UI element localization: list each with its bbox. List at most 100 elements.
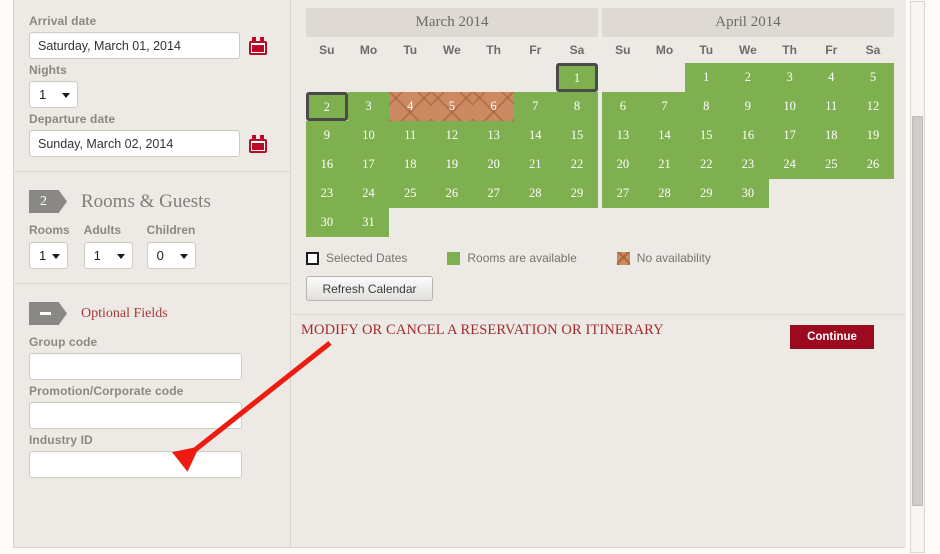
- calendar-day-cell[interactable]: 24: [347, 179, 390, 208]
- calendar-day-cell[interactable]: 26: [431, 179, 473, 208]
- calendar-day-cell[interactable]: 25: [810, 150, 853, 179]
- calendar-day-cell[interactable]: 21: [514, 150, 557, 179]
- calendar-day-cell[interactable]: 29: [556, 179, 598, 208]
- optional-fields-header[interactable]: Optional Fields: [29, 302, 275, 325]
- calendar-day-cell[interactable]: 27: [602, 179, 644, 208]
- day-of-week-row: Su Mo Tu We Th Fr Sa: [306, 37, 598, 63]
- group-code-field[interactable]: [29, 353, 242, 380]
- calendar-day-cell[interactable]: 12: [431, 121, 473, 150]
- calendar-day-cell[interactable]: 14: [643, 121, 686, 150]
- rooms-value: 1: [39, 248, 47, 263]
- legend-label: Selected Dates: [326, 251, 408, 265]
- calendar-day-cell[interactable]: 13: [602, 121, 644, 150]
- calendar-day-cell[interactable]: 31: [347, 208, 390, 237]
- industry-id-label: Industry ID: [29, 433, 93, 447]
- calendar-day-cell[interactable]: 3: [768, 63, 811, 92]
- calendar-day-cell[interactable]: 5: [431, 92, 473, 121]
- day-of-week-header: Tu: [699, 43, 714, 57]
- legend-swatch-selected-icon: [306, 251, 319, 265]
- calendar-day-cell[interactable]: 22: [685, 150, 728, 179]
- calendar-day-cell[interactable]: 18: [389, 150, 432, 179]
- calendar-day-cell[interactable]: 13: [472, 121, 515, 150]
- calendar-day-cell[interactable]: 25: [389, 179, 432, 208]
- calendar-week-row: 23 24 25 26 27 28 29: [306, 179, 598, 208]
- legend-item: No availability: [616, 251, 711, 265]
- promotion-corporate-code-field[interactable]: [29, 402, 242, 429]
- calendar-day-cell[interactable]: 3: [347, 92, 390, 121]
- calendar-day-cell[interactable]: 20: [472, 150, 515, 179]
- calendar-day-cell[interactable]: 18: [810, 121, 853, 150]
- calendar-day-cell[interactable]: 22: [556, 150, 598, 179]
- calendar-day-cell[interactable]: 21: [643, 150, 686, 179]
- calendar-cell-empty: [769, 179, 811, 208]
- calendar-day-cell[interactable]: 19: [431, 150, 473, 179]
- calendar-second: April 2014 Su Mo Tu We Th Fr Sa 1 2 3 4 5 6 7 8 9 10 11 12 1…: [602, 8, 894, 237]
- calendar-day-cell[interactable]: 19: [852, 121, 894, 150]
- calendar-day-cell[interactable]: 10: [768, 92, 811, 121]
- calendar-day-cell[interactable]: 1: [685, 63, 728, 92]
- calendar-day-cell[interactable]: 4: [810, 63, 853, 92]
- calendar-day-cell[interactable]: 20: [602, 150, 644, 179]
- calendar-day-cell[interactable]: 7: [514, 92, 557, 121]
- calendar-day-cell[interactable]: 15: [556, 121, 598, 150]
- calendar-day-cell[interactable]: 28: [514, 179, 557, 208]
- calendar-day-cell[interactable]: 23: [306, 179, 348, 208]
- rooms-guests-header: 2 Rooms & Guests: [29, 190, 275, 213]
- calendar-day-cell[interactable]: 28: [643, 179, 686, 208]
- children-select[interactable]: 0: [146, 242, 196, 269]
- calendar-day-cell[interactable]: 11: [389, 121, 432, 150]
- calendar-icon[interactable]: [249, 36, 267, 55]
- calendar-day-cell[interactable]: 17: [768, 121, 811, 150]
- vertical-scrollbar[interactable]: [910, 1, 925, 553]
- calendar-day-cell[interactable]: 2: [727, 63, 769, 92]
- calendar-day-cell[interactable]: 6: [602, 92, 644, 121]
- adults-select[interactable]: 1: [83, 242, 133, 269]
- legend-label: No availability: [636, 251, 711, 265]
- calendar-day-cell[interactable]: 17: [347, 150, 390, 179]
- industry-id-field[interactable]: [29, 451, 242, 478]
- calendar-day-cell[interactable]: 23: [727, 150, 769, 179]
- nights-select[interactable]: 1: [29, 81, 78, 108]
- calendar-day-cell[interactable]: 12: [852, 92, 894, 121]
- calendar-day-cell[interactable]: 14: [514, 121, 557, 150]
- availability-calendars: March 2014 Su Mo Tu We Th Fr Sa 1 2 3 4 5 6 7 8 9 10 11 12 1…: [306, 8, 894, 237]
- day-of-week-header: Mo: [655, 43, 674, 57]
- arrival-date-input[interactable]: [29, 32, 240, 59]
- scrollbar-thumb[interactable]: [912, 116, 923, 506]
- calendar-day-cell[interactable]: 8: [685, 92, 728, 121]
- calendar-day-cell[interactable]: 11: [810, 92, 853, 121]
- chevron-down-icon: [116, 254, 125, 259]
- calendar-day-cell[interactable]: 16: [306, 150, 348, 179]
- calendar-day-cell[interactable]: 6: [472, 92, 515, 121]
- modify-cancel-reservation-link[interactable]: MODIFY OR CANCEL A RESERVATION OR ITINER…: [301, 322, 664, 339]
- nights-value: 1: [39, 87, 47, 102]
- calendar-day-cell[interactable]: 16: [727, 121, 769, 150]
- calendar-day-cell[interactable]: 27: [472, 179, 515, 208]
- calendar-day-cell[interactable]: 30: [306, 208, 348, 237]
- booking-widget-screen: Arrival date Nights 1 Departure date: [0, 0, 940, 554]
- legend-item: Selected Dates: [306, 251, 407, 265]
- calendar-day-cell[interactable]: 8: [556, 92, 598, 121]
- calendar-day-cell[interactable]: 4: [389, 92, 432, 121]
- calendar-day-cell[interactable]: 2: [306, 92, 348, 121]
- day-of-week-header: Su: [319, 43, 335, 57]
- calendar-day-cell[interactable]: 1: [556, 63, 598, 92]
- calendar-day-cell[interactable]: 24: [768, 150, 811, 179]
- calendar-day-cell[interactable]: 30: [727, 179, 769, 208]
- minus-icon[interactable]: [29, 302, 67, 325]
- calendar-day-cell[interactable]: 26: [852, 150, 894, 179]
- refresh-calendar-button[interactable]: Refresh Calendar: [306, 276, 433, 301]
- continue-button[interactable]: Continue: [790, 325, 874, 349]
- calendar-week-row: 16 17 18 19 20 21 22: [306, 150, 598, 179]
- calendar-day-cell[interactable]: 5: [852, 63, 894, 92]
- calendar-day-cell[interactable]: 7: [643, 92, 686, 121]
- calendar-week-row: 9 10 11 12 13 14 15: [306, 121, 598, 150]
- calendar-day-cell[interactable]: 15: [685, 121, 728, 150]
- rooms-select[interactable]: 1: [29, 242, 68, 269]
- calendar-day-cell[interactable]: 9: [306, 121, 348, 150]
- calendar-day-cell[interactable]: 9: [727, 92, 769, 121]
- departure-date-input[interactable]: [29, 130, 240, 157]
- calendar-day-cell[interactable]: 29: [685, 179, 728, 208]
- calendar-icon[interactable]: [249, 134, 267, 153]
- calendar-day-cell[interactable]: 10: [347, 121, 390, 150]
